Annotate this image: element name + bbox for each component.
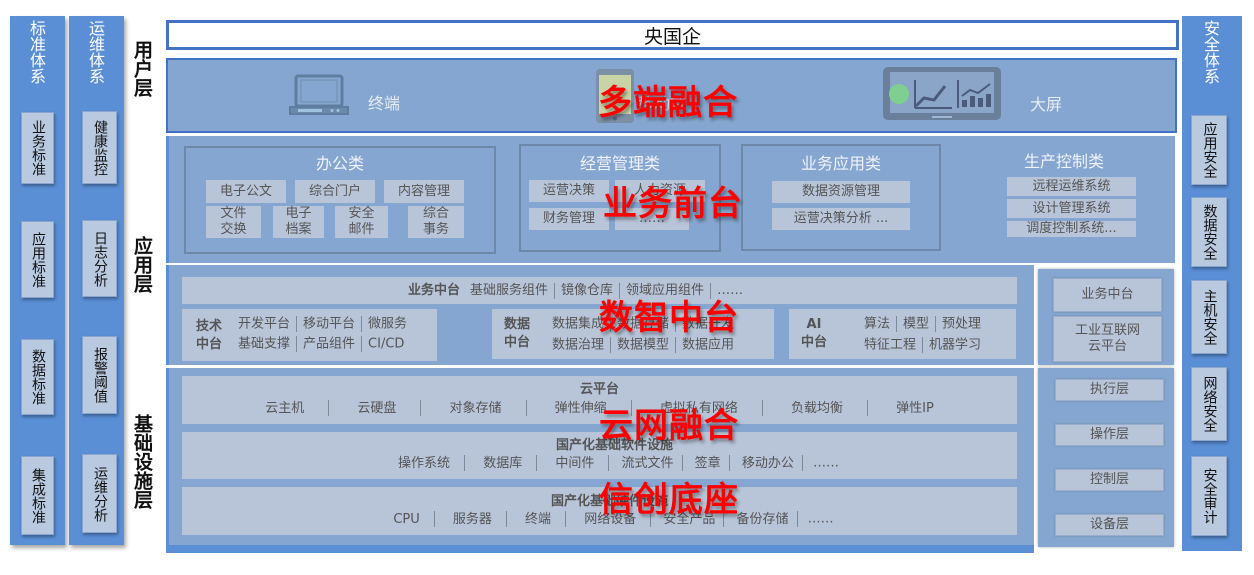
app-item[interactable]: 电子 档案 [273, 206, 324, 238]
laptop-icon [289, 74, 349, 115]
side-industrial-internet-cloud[interactable]: 工业互联网 云平台 [1053, 316, 1162, 362]
middle-office-panel: 业务中台 基础服务组件 镜像仓库 领域应用组件 …… 技术 中台 开发平台 移动平… [166, 265, 1034, 365]
operations-item[interactable]: 健康监控 [82, 111, 117, 184]
business-application-group: 业务应用类 数据资源管理 运营决策分析 ... [741, 144, 941, 251]
business-management-title: 经营管理类 [579, 154, 660, 173]
separator [536, 455, 538, 471]
security-system-title: 安全体系 [1201, 20, 1220, 84]
app-item[interactable]: 设计管理系统 [1007, 199, 1136, 218]
separator [675, 337, 677, 353]
app-item[interactable]: 综合门户 [295, 180, 375, 203]
separator [608, 455, 610, 471]
infra-layer-label: 基础设施层 [131, 414, 153, 509]
separator [328, 400, 330, 416]
separator [296, 316, 298, 332]
standards-item[interactable]: 业务标准 [21, 112, 54, 184]
device-label-terminal: 终端 [368, 94, 401, 113]
separator [420, 400, 422, 416]
device-label-bigscreen: 大屏 [1030, 95, 1063, 114]
user-layer-label: 用户层 [131, 40, 153, 97]
separator [361, 336, 363, 352]
app-item[interactable]: 电子公文 [206, 180, 286, 203]
security-item[interactable]: 安全审计 [1191, 456, 1227, 536]
app-item[interactable]: 运营决策 [529, 180, 609, 202]
app-layer-label: 应用层 [131, 236, 153, 293]
infrastructure-panel: 云平台 云主机 云硬盘 对象存储 弹性伸缩 虚拟私有网络 负载均衡 弹性IP 国… [166, 368, 1034, 553]
data-middle-office-label: 数据 中台 [504, 317, 531, 350]
operations-system-title: 运维体系 [86, 20, 105, 84]
office-group-title: 办公类 [315, 154, 364, 173]
standards-item[interactable]: 数据标准 [21, 339, 54, 415]
separator [796, 511, 798, 527]
security-item[interactable]: 应用安全 [1191, 115, 1227, 185]
separator [896, 316, 898, 332]
separator [610, 337, 612, 353]
operations-item[interactable]: 报警阈值 [82, 336, 117, 414]
standards-system-title: 标准体系 [27, 20, 46, 84]
side-execution-layer[interactable]: 执行层 [1055, 379, 1164, 401]
cloud-network-fusion-overlay: 云网融合 [599, 406, 739, 446]
security-item[interactable]: 主机安全 [1191, 280, 1227, 354]
separator [681, 455, 683, 471]
standards-item[interactable]: 集成标准 [21, 456, 54, 535]
header-title: 央国企 [643, 25, 701, 48]
cloud-platform-title: 云平台 [579, 382, 619, 397]
ai-middle-office-label: AI 中台 [801, 317, 828, 350]
separator [505, 511, 507, 527]
app-item[interactable]: 内容管理 [384, 180, 464, 203]
dashboard-screen-icon [883, 67, 1001, 120]
app-item[interactable]: 数据资源管理 [772, 181, 910, 203]
app-item[interactable]: 综合 事务 [408, 206, 464, 238]
app-item[interactable]: 运营决策分析 ... [772, 208, 910, 230]
security-system-column: 安全体系 应用安全 数据安全 主机安全 网络安全 安全审计 [1182, 16, 1242, 551]
security-item[interactable]: 网络安全 [1191, 367, 1227, 441]
separator [922, 337, 924, 353]
app-item[interactable]: 远程运维系统 [1007, 177, 1136, 196]
front-office-panel: 办公类 电子公文 综合门户 内容管理 文件 交换 电子 档案 安全 邮件 综合 … [166, 136, 1175, 263]
separator [728, 455, 730, 471]
xinchuang-base-overlay: 信创底座 [599, 480, 739, 520]
separator [866, 400, 868, 416]
separator [525, 400, 527, 416]
standards-system-column: 标准体系 业务标准 应用标准 数据标准 集成标准 [10, 16, 65, 545]
middle-office-side-panel: 业务中台 工业互联网 云平台 [1038, 269, 1174, 365]
standards-item[interactable]: 应用标准 [21, 221, 54, 298]
separator [296, 336, 298, 352]
side-device-layer[interactable]: 设备层 [1055, 514, 1164, 536]
app-item[interactable]: 财务管理 [529, 208, 609, 230]
multi-terminal-fusion-overlay: 多端融合 [598, 83, 738, 123]
business-middle-office-label: 业务中台 [408, 282, 461, 298]
separator [361, 316, 363, 332]
header-bar: 央国企 [166, 20, 1179, 50]
operations-item[interactable]: 运维分析 [82, 454, 117, 533]
production-control-title: 生产控制类 [1023, 152, 1104, 171]
ai-middle-office: AI 中台 算法 模型 预处理 特征工程 机器学习 [789, 309, 1016, 359]
app-item[interactable]: 文件 交换 [206, 206, 261, 238]
operations-system-column: 运维体系 健康监控 日志分析 报警阈值 运维分析 [69, 16, 124, 545]
security-item[interactable]: 数据安全 [1191, 197, 1227, 267]
side-business-middle-office[interactable]: 业务中台 [1053, 278, 1162, 312]
separator [801, 455, 803, 471]
separator [433, 511, 435, 527]
app-item[interactable]: 调度控制系统... [1007, 221, 1136, 237]
side-control-layer[interactable]: 控制层 [1055, 469, 1164, 491]
separator [761, 400, 763, 416]
office-group: 办公类 电子公文 综合门户 内容管理 文件 交换 电子 档案 安全 邮件 综合 … [184, 146, 496, 254]
operations-item[interactable]: 日志分析 [82, 220, 117, 297]
middle-office-overlay: 数智中台 [599, 298, 739, 338]
user-layer-panel: 终端 移动端 大屏 多端融合 [166, 58, 1177, 133]
app-item[interactable]: 安全 邮件 [335, 206, 388, 238]
separator [565, 511, 567, 527]
business-application-title: 业务应用类 [800, 154, 881, 173]
side-operation-layer[interactable]: 操作层 [1055, 424, 1164, 446]
tech-middle-office: 技术 中台 开发平台 移动平台 微服务 基础支撑 产品组件 CI/CD [182, 309, 437, 361]
separator [554, 282, 556, 299]
front-office-overlay: 业务前台 [603, 184, 743, 224]
infra-side-panel: 执行层 操作层 控制层 设备层 [1038, 368, 1174, 547]
separator [935, 316, 937, 332]
tech-middle-office-label: 技术 中台 [196, 319, 223, 352]
separator [464, 455, 466, 471]
